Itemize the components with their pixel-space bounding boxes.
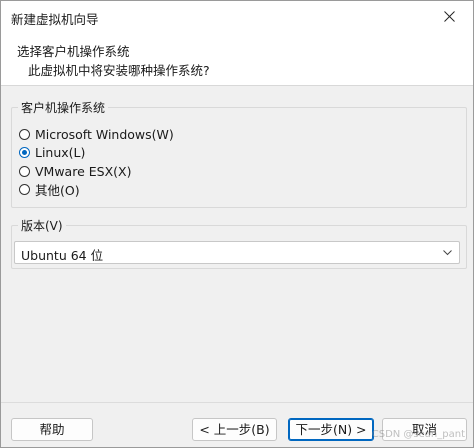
title-bar: 新建虚拟机向导 <box>1 1 473 32</box>
page-title: 选择客户机操作系统 <box>17 44 130 59</box>
guest-os-group: 客户机操作系统 Microsoft Windows(W) Linux(L) VM… <box>11 99 467 208</box>
next-button[interactable]: 下一步(N) > <box>288 418 374 441</box>
guest-os-legend: 客户机操作系统 <box>18 99 109 116</box>
page-subtitle: 此虚拟机中将安装哪种操作系统? <box>28 63 210 78</box>
chevron-down-icon <box>443 250 452 256</box>
radio-label-windows: Microsoft Windows(W) <box>35 126 174 142</box>
radio-label-vmware-esx: VMware ESX(X) <box>35 163 132 179</box>
radio-option-other[interactable]: 其他(O) <box>19 181 80 198</box>
radio-option-vmware-esx[interactable]: VMware ESX(X) <box>19 163 131 179</box>
version-legend: 版本(V) <box>18 217 66 234</box>
new-vm-wizard-window: 新建虚拟机向导 选择客户机操作系统 此虚拟机中将安装哪种操作系统? 客户机操作系… <box>0 0 474 448</box>
help-button[interactable]: 帮助 <box>11 418 93 441</box>
close-icon <box>444 11 455 22</box>
radio-option-windows[interactable]: Microsoft Windows(W) <box>19 126 174 142</box>
close-button[interactable] <box>427 1 473 32</box>
radio-button-vmware-esx[interactable] <box>19 165 30 177</box>
radio-button-other[interactable] <box>19 183 30 195</box>
radio-label-other: 其他(O) <box>35 182 80 198</box>
version-selected-value: Ubuntu 64 位 <box>21 248 104 263</box>
back-button[interactable]: < 上一步(B) <box>192 418 277 441</box>
radio-option-linux[interactable]: Linux(L) <box>19 144 85 160</box>
radio-label-linux: Linux(L) <box>35 144 86 160</box>
footer-divider <box>1 402 473 403</box>
header-divider <box>1 85 473 86</box>
window-title: 新建虚拟机向导 <box>11 12 99 27</box>
radio-button-linux[interactable] <box>19 146 30 158</box>
wizard-header: 选择客户机操作系统 此虚拟机中将安装哪种操作系统? <box>1 32 473 85</box>
version-dropdown[interactable]: Ubuntu 64 位 <box>14 241 460 264</box>
watermark-text: CSDN @sean_pant <box>371 429 465 440</box>
radio-button-windows[interactable] <box>19 128 30 140</box>
